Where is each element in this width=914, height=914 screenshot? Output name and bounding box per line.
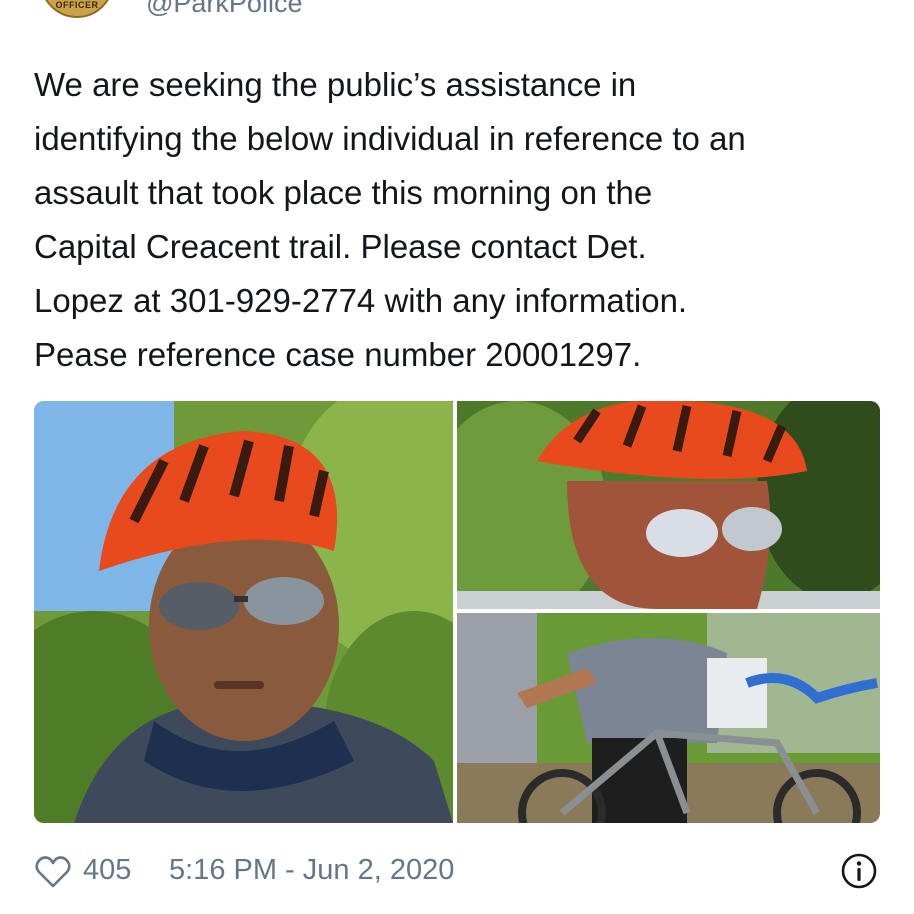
cyclist-closeup-photo[interactable]: [34, 401, 453, 823]
info-icon[interactable]: [840, 852, 878, 890]
tweet-text-line: identifying the below individual in refe…: [34, 120, 746, 157]
cyclist-helmet-photo[interactable]: [457, 401, 880, 609]
user-handle[interactable]: @ParkPolice: [146, 0, 302, 19]
cyclist-bike-photo[interactable]: [457, 613, 880, 823]
tweet-footer: 405 5:16 PM - Jun 2, 2020: [34, 848, 880, 898]
heart-icon[interactable]: [34, 853, 72, 891]
park-police-badge-avatar[interactable]: OFFICER: [40, 0, 114, 18]
tweet-text-line: We are seeking the public’s assistance i…: [34, 66, 637, 103]
like-count: 405: [83, 854, 132, 886]
tweet-text: We are seeking the public’s assistance i…: [34, 58, 884, 382]
tweet-timestamp[interactable]: 5:16 PM - Jun 2, 2020: [169, 854, 454, 887]
tweet-text-line: Lopez at 301-929-2774 with any informati…: [34, 282, 688, 319]
tweet-text-line: assault that took place this morning on …: [34, 174, 653, 211]
tweet-text-line: Pease reference case number 20001297.: [34, 336, 642, 373]
tweet-text-line: Capital Creacent trail. Please contact D…: [34, 228, 647, 265]
tweet-header: OFFICER @ParkPolice: [0, 0, 914, 30]
media-grid: [34, 401, 880, 823]
badge-text: OFFICER: [55, 0, 99, 10]
